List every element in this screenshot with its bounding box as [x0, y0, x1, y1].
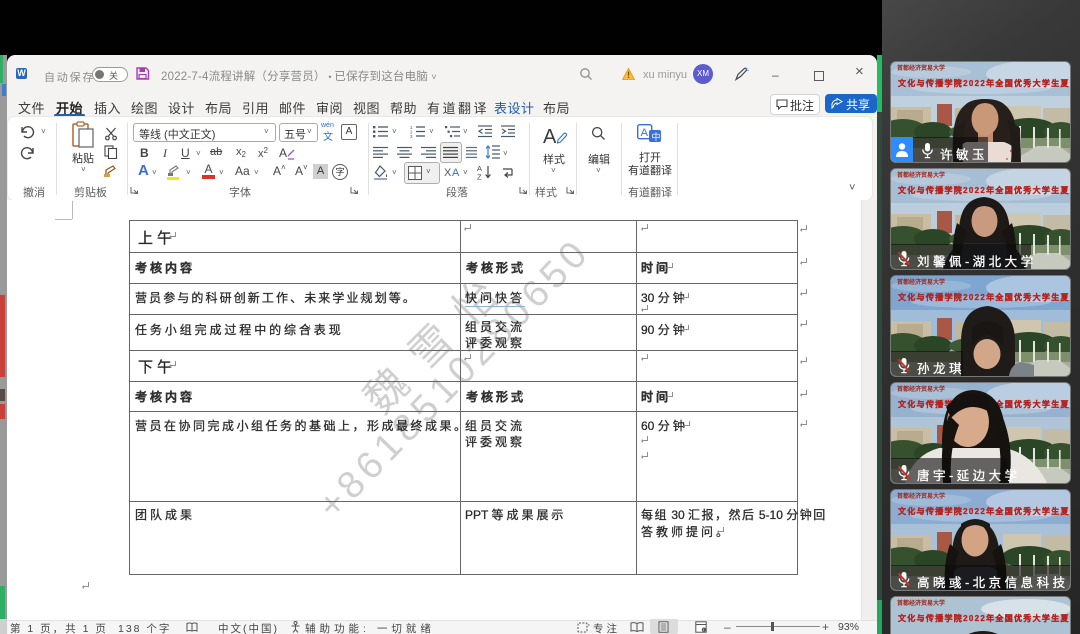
svg-text:i: i	[703, 627, 704, 632]
